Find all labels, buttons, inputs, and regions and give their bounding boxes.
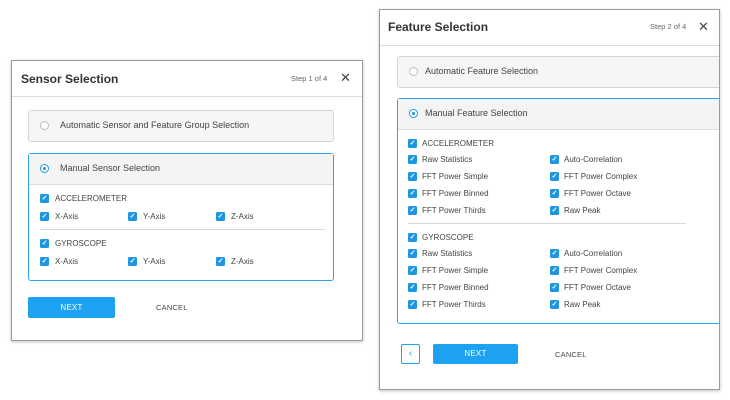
feature-label: FFT Power Octave [564, 189, 631, 198]
group-divider [408, 223, 686, 224]
next-button[interactable]: NEXT [433, 344, 518, 364]
checkbox-fft-power-thirds[interactable]: ✓ [408, 300, 417, 309]
manual-feature-option[interactable]: Manual Feature Selection ✓ ACCELEROMETER… [397, 98, 719, 324]
checkbox-auto-correlation[interactable]: ✓ [550, 249, 559, 258]
step-indicator: Step 2 of 4 [650, 22, 687, 31]
option-label: Manual Sensor Selection [60, 163, 161, 173]
auto-sensor-option[interactable]: Automatic Sensor and Feature Group Selec… [28, 110, 334, 142]
checkbox-x-axis[interactable]: ✓ [40, 212, 49, 221]
axis-label: X-Axis [55, 212, 79, 221]
axis-label: Y-Axis [143, 257, 166, 266]
axis-label: Y-Axis [143, 212, 166, 221]
manual-sensor-option[interactable]: Manual Sensor Selection ✓ ACCELEROMETER … [28, 153, 334, 281]
checkbox-fft-power-octave[interactable]: ✓ [550, 189, 559, 198]
close-icon[interactable]: ✕ [698, 20, 709, 33]
feature-label: FFT Power Complex [564, 266, 638, 275]
step-indicator: Step 1 of 4 [291, 74, 328, 83]
checkbox-fft-power-octave[interactable]: ✓ [550, 283, 559, 292]
radio-button-selected[interactable] [40, 164, 49, 173]
feature-label: Auto-Correlation [564, 155, 623, 164]
group-label-gyroscope: GYROSCOPE [422, 233, 474, 242]
feature-label: FFT Power Simple [422, 266, 489, 275]
dialog-title: Sensor Selection [21, 72, 119, 86]
checkbox-gyroscope[interactable]: ✓ [408, 233, 417, 242]
checkbox-fft-power-binned[interactable]: ✓ [408, 189, 417, 198]
radio-button[interactable] [409, 67, 418, 76]
group-divider [40, 229, 325, 230]
feature-label: FFT Power Simple [422, 172, 489, 181]
dialog-title: Feature Selection [388, 20, 489, 34]
cancel-button[interactable]: CANCEL [555, 350, 587, 359]
checkbox-y-axis[interactable]: ✓ [128, 212, 137, 221]
feature-label: FFT Power Complex [564, 172, 638, 181]
checkbox-fft-power-complex[interactable]: ✓ [550, 266, 559, 275]
feature-label: Auto-Correlation [564, 249, 623, 258]
checkbox-x-axis[interactable]: ✓ [40, 257, 49, 266]
header-divider [380, 45, 719, 46]
checkbox-fft-power-simple[interactable]: ✓ [408, 172, 417, 181]
group-label-accelerometer: ACCELEROMETER [422, 139, 495, 148]
checkbox-fft-power-complex[interactable]: ✓ [550, 172, 559, 181]
feature-label: FFT Power Thirds [422, 300, 486, 309]
checkbox-raw-statistics[interactable]: ✓ [408, 249, 417, 258]
checkbox-fft-power-simple[interactable]: ✓ [408, 266, 417, 275]
feature-label: FFT Power Binned [422, 189, 489, 198]
option-label: Manual Feature Selection [425, 108, 528, 118]
checkbox-fft-power-binned[interactable]: ✓ [408, 283, 417, 292]
next-button[interactable]: NEXT [28, 297, 115, 318]
checkbox-raw-peak[interactable]: ✓ [550, 300, 559, 309]
checkbox-z-axis[interactable]: ✓ [216, 257, 225, 266]
radio-button-selected[interactable] [409, 109, 418, 118]
option-label: Automatic Sensor and Feature Group Selec… [60, 120, 250, 130]
header-divider [12, 96, 362, 97]
chevron-left-icon[interactable]: ‹ [401, 344, 420, 364]
checkbox-accelerometer[interactable]: ✓ [408, 139, 417, 148]
close-icon[interactable]: ✕ [340, 71, 351, 84]
checkbox-auto-correlation[interactable]: ✓ [550, 155, 559, 164]
checkbox-fft-power-thirds[interactable]: ✓ [408, 206, 417, 215]
checkbox-z-axis[interactable]: ✓ [216, 212, 225, 221]
checkbox-accelerometer[interactable]: ✓ [40, 194, 49, 203]
option-header: Manual Feature Selection [398, 99, 719, 130]
feature-selection-dialog: Feature Selection Step 2 of 4 ✕ Automati… [379, 9, 720, 390]
auto-feature-option[interactable]: Automatic Feature Selection [397, 56, 719, 88]
feature-label: Raw Statistics [422, 249, 473, 258]
feature-label: Raw Peak [564, 300, 601, 309]
axis-label: Z-Axis [231, 257, 254, 266]
group-label-accelerometer: ACCELEROMETER [55, 194, 128, 203]
feature-label: FFT Power Thirds [422, 206, 486, 215]
group-label-gyroscope: GYROSCOPE [55, 239, 107, 248]
sensor-selection-dialog: Sensor Selection Step 1 of 4 ✕ Automatic… [11, 60, 363, 341]
axis-label: Z-Axis [231, 212, 254, 221]
checkbox-y-axis[interactable]: ✓ [128, 257, 137, 266]
feature-label: Raw Peak [564, 206, 601, 215]
cancel-button[interactable]: CANCEL [156, 303, 188, 312]
feature-label: FFT Power Binned [422, 283, 489, 292]
feature-label: Raw Statistics [422, 155, 473, 164]
feature-label: FFT Power Octave [564, 283, 631, 292]
option-header: Manual Sensor Selection [29, 154, 333, 185]
axis-label: X-Axis [55, 257, 79, 266]
option-label: Automatic Feature Selection [425, 66, 539, 76]
checkbox-raw-peak[interactable]: ✓ [550, 206, 559, 215]
checkbox-raw-statistics[interactable]: ✓ [408, 155, 417, 164]
radio-button[interactable] [40, 121, 49, 130]
checkbox-gyroscope[interactable]: ✓ [40, 239, 49, 248]
